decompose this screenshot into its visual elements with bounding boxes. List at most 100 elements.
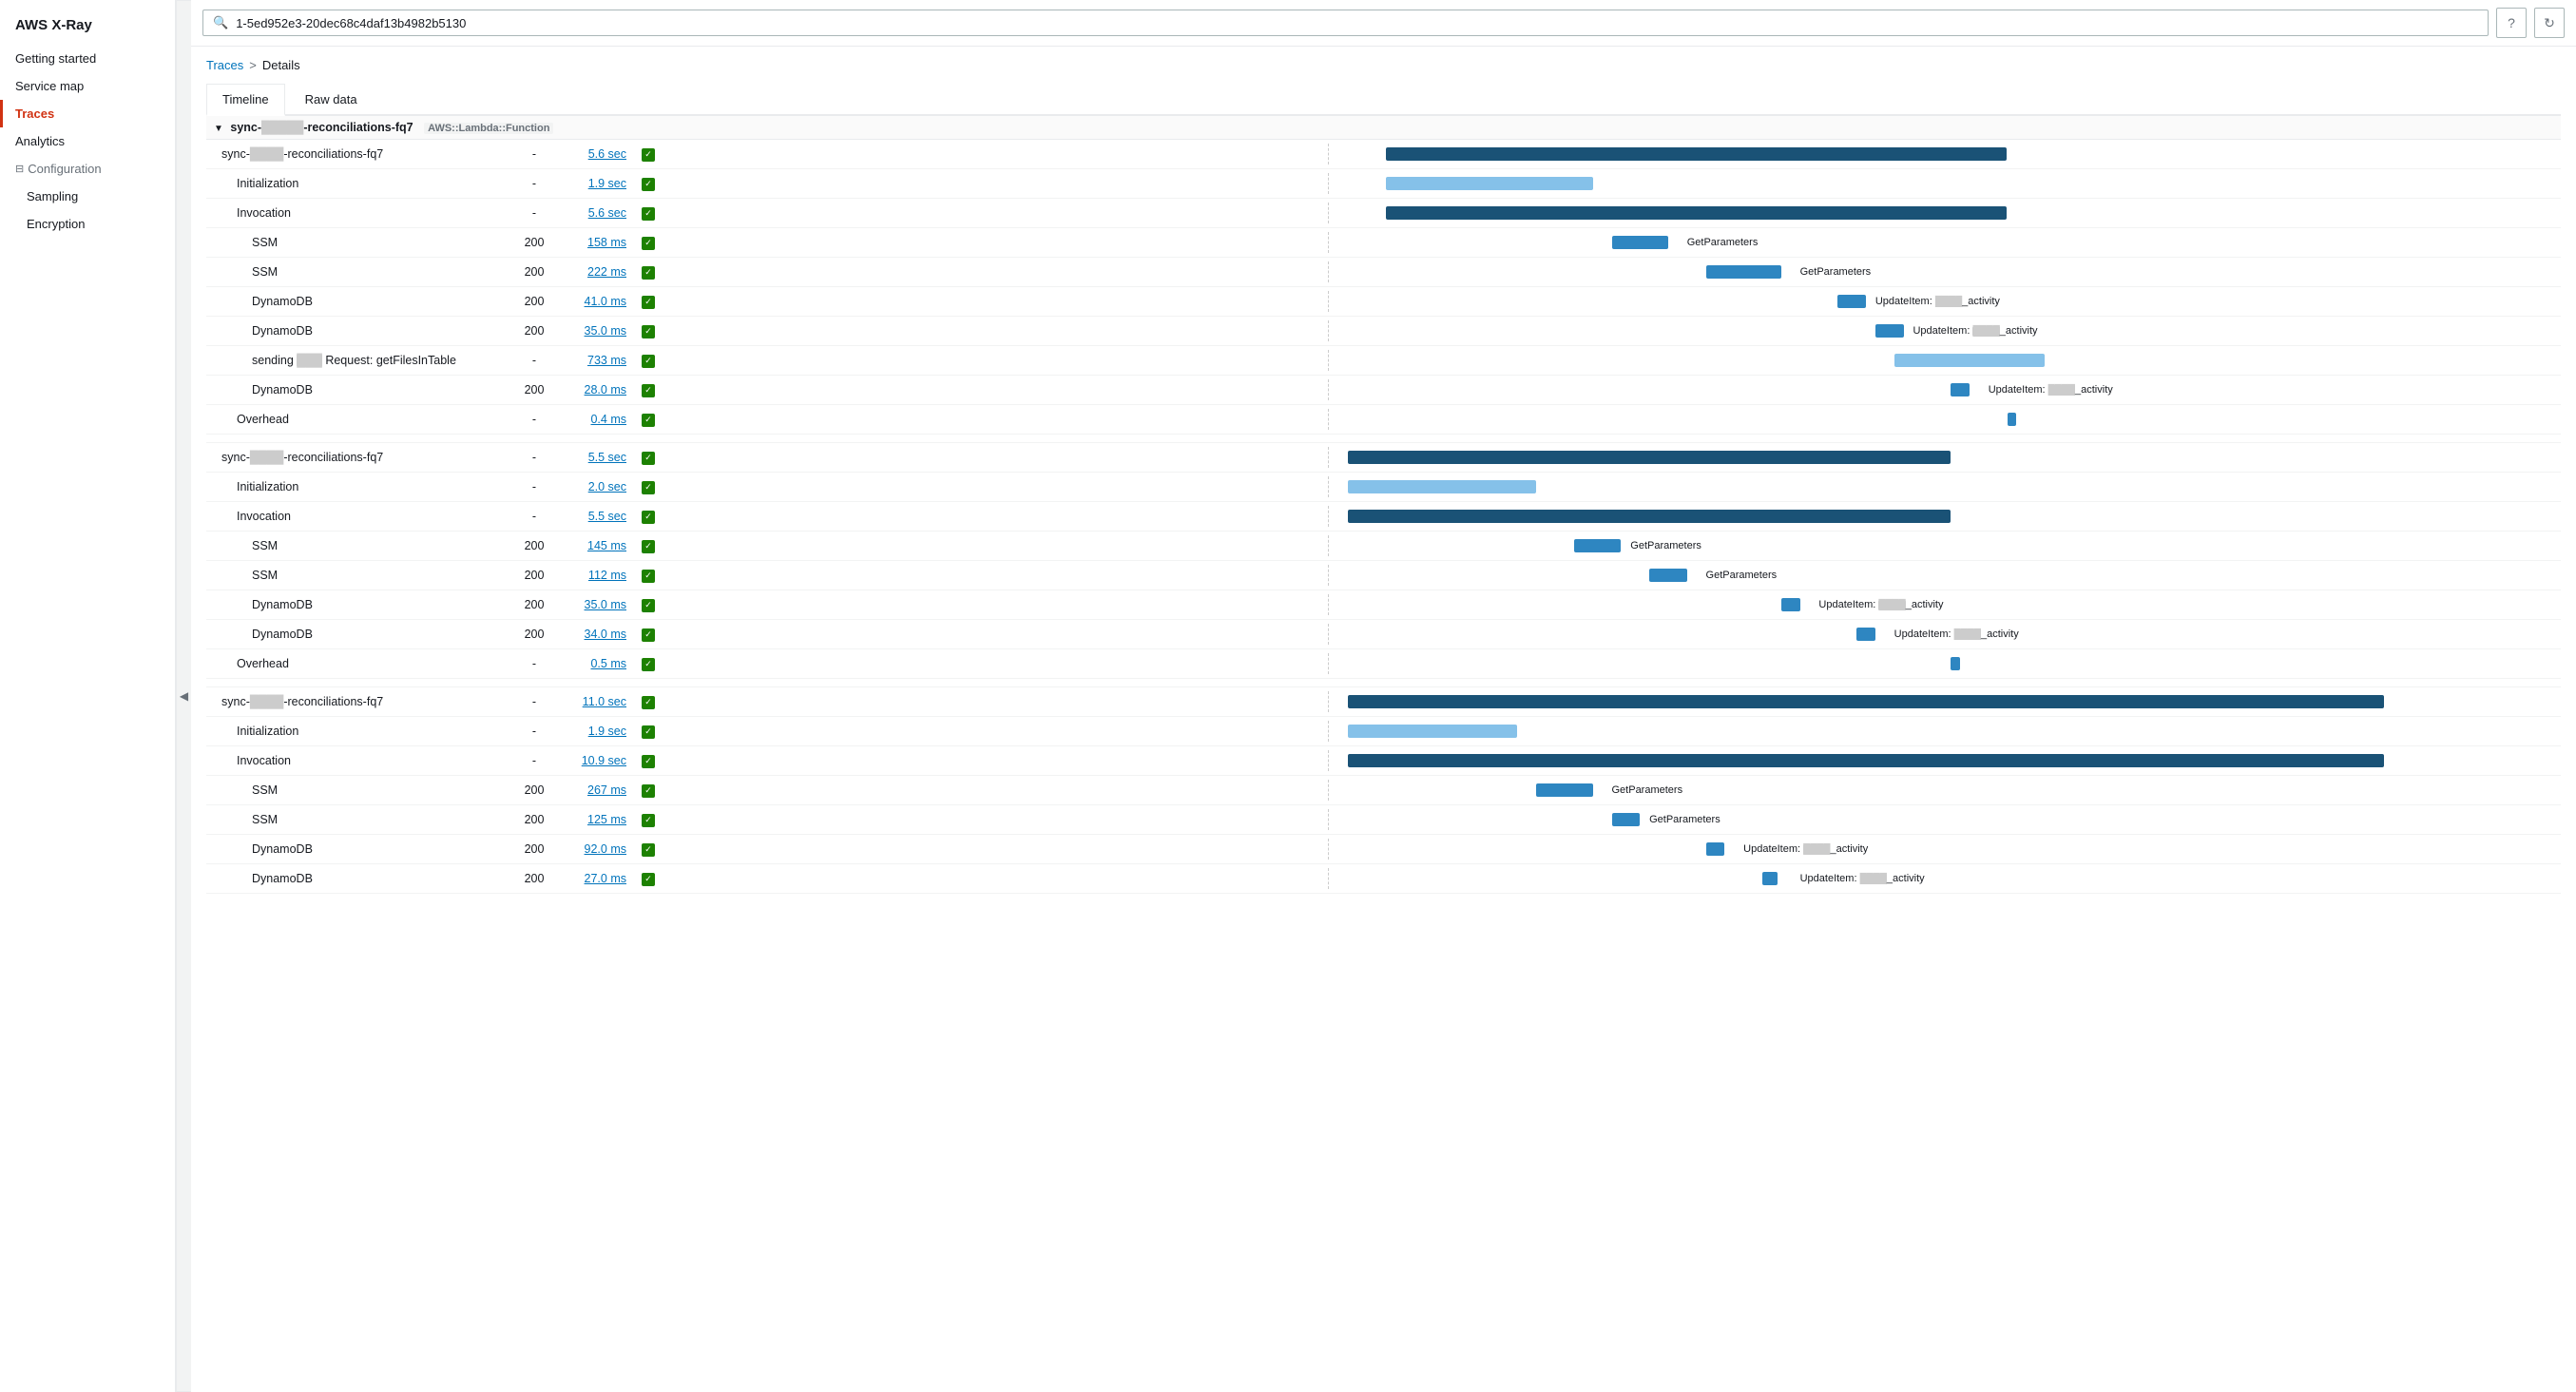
breadcrumb-traces-link[interactable]: Traces [206, 58, 243, 72]
row-status: - [510, 199, 558, 228]
row-status: 200 [510, 590, 558, 620]
row-duration: 267 ms [558, 776, 634, 805]
breadcrumb-separator: > [249, 58, 257, 72]
help-icon: ? [2508, 15, 2515, 30]
row-name: sync-████-reconciliations-fq7 [206, 443, 510, 473]
row-duration: 112 ms [558, 561, 634, 590]
content-area: Traces > Details Timeline Raw data [191, 47, 2576, 1392]
table-row: DynamoDB 200 35.0 ms ✓ UpdateItem: ████_… [206, 317, 2561, 346]
row-check: ✓ [634, 835, 663, 864]
row-timeline [663, 687, 2561, 717]
section1-tag: AWS::Lambda::Function [424, 123, 553, 134]
help-button[interactable]: ? [2496, 8, 2527, 38]
row-check: ✓ [634, 443, 663, 473]
row-duration: 35.0 ms [558, 317, 634, 346]
tab-timeline[interactable]: Timeline [206, 84, 285, 116]
sidebar-label-sampling: Sampling [27, 189, 78, 203]
row-status: - [510, 649, 558, 679]
sidebar-item-sampling[interactable]: Sampling [0, 183, 175, 210]
search-box[interactable]: 🔍 [202, 10, 2489, 36]
row-duration: 5.6 sec [558, 199, 634, 228]
row-check: ✓ [634, 649, 663, 679]
table-row: Initialization - 1.9 sec ✓ [206, 717, 2561, 746]
table-row: DynamoDB 200 41.0 ms ✓ UpdateItem: ████_… [206, 287, 2561, 317]
row-name: SSM [206, 561, 510, 590]
row-status: 200 [510, 228, 558, 258]
row-duration: 92.0 ms [558, 835, 634, 864]
refresh-icon: ↻ [2544, 15, 2555, 31]
row-status: - [510, 687, 558, 717]
row-check: ✓ [634, 346, 663, 376]
row-check: ✓ [634, 864, 663, 894]
row-name: DynamoDB [206, 864, 510, 894]
row-check: ✓ [634, 140, 663, 169]
row-timeline [663, 199, 2561, 228]
sidebar-label-service-map: Service map [15, 79, 84, 93]
row-duration: 222 ms [558, 258, 634, 287]
row-name: Invocation [206, 199, 510, 228]
configuration-toggle-icon: ⊟ [15, 163, 24, 175]
row-check: ✓ [634, 532, 663, 561]
table-row: SSM 200 112 ms ✓ GetParameters [206, 561, 2561, 590]
row-timeline: UpdateItem: ████_activity [663, 590, 2561, 620]
table-row: Initialization - 1.9 sec ✓ [206, 169, 2561, 199]
sidebar-item-traces[interactable]: Traces [0, 100, 175, 127]
refresh-button[interactable]: ↻ [2534, 8, 2565, 38]
row-timeline: GetParameters [663, 776, 2561, 805]
row-status: 200 [510, 835, 558, 864]
row-status: - [510, 169, 558, 199]
row-timeline: UpdateItem: ████_activity [663, 317, 2561, 346]
row-check: ✓ [634, 717, 663, 746]
sidebar-item-service-map[interactable]: Service map [0, 72, 175, 100]
section1-header-cell: ▼ sync-█████-reconciliations-fq7 AWS::La… [206, 116, 2561, 140]
table-row: SSM 200 267 ms ✓ GetParameters [206, 776, 2561, 805]
row-status: - [510, 443, 558, 473]
table-row: DynamoDB 200 28.0 ms ✓ UpdateItem: ████_… [206, 376, 2561, 405]
row-duration: 0.5 ms [558, 649, 634, 679]
row-check: ✓ [634, 473, 663, 502]
row-check: ✓ [634, 687, 663, 717]
row-status: - [510, 346, 558, 376]
row-check: ✓ [634, 776, 663, 805]
trace-table: ▼ sync-█████-reconciliations-fq7 AWS::La… [206, 116, 2561, 894]
row-duration: 28.0 ms [558, 376, 634, 405]
search-icon: 🔍 [213, 15, 228, 30]
duration-link[interactable]: 5.6 sec [588, 147, 626, 161]
tab-raw-data[interactable]: Raw data [289, 84, 374, 114]
row-check: ✓ [634, 620, 663, 649]
row-status: 200 [510, 805, 558, 835]
row-duration: 5.5 sec [558, 502, 634, 532]
row-check: ✓ [634, 376, 663, 405]
row-check: ✓ [634, 228, 663, 258]
table-row: sync-████-reconciliations-fq7 - 5.6 sec … [206, 140, 2561, 169]
row-timeline [663, 746, 2561, 776]
section1-header-row: ▼ sync-█████-reconciliations-fq7 AWS::La… [206, 116, 2561, 140]
row-check: ✓ [634, 746, 663, 776]
row-check: ✓ [634, 502, 663, 532]
row-name: Overhead [206, 649, 510, 679]
sidebar-item-analytics[interactable]: Analytics [0, 127, 175, 155]
row-name: DynamoDB [206, 620, 510, 649]
sidebar: AWS X-Ray Getting started Service map Tr… [0, 0, 176, 1392]
table-row: SSM 200 145 ms ✓ GetParameters [206, 532, 2561, 561]
app-title: AWS X-Ray [0, 10, 175, 45]
row-check: ✓ [634, 805, 663, 835]
sidebar-configuration-header[interactable]: ⊟ Configuration [0, 155, 175, 183]
row-duration: 2.0 sec [558, 473, 634, 502]
row-check: ✓ [634, 590, 663, 620]
sidebar-label-getting-started: Getting started [15, 51, 96, 66]
tab-raw-data-label: Raw data [305, 92, 357, 106]
row-name: DynamoDB [206, 287, 510, 317]
sidebar-item-encryption[interactable]: Encryption [0, 210, 175, 238]
row-check: ✓ [634, 199, 663, 228]
row-name: DynamoDB [206, 590, 510, 620]
row-duration: 41.0 ms [558, 287, 634, 317]
row-duration: 5.6 sec [558, 140, 634, 169]
sidebar-item-getting-started[interactable]: Getting started [0, 45, 175, 72]
table-row: Overhead - 0.4 ms ✓ [206, 405, 2561, 435]
sidebar-collapse-button[interactable]: ◀ [176, 0, 191, 1392]
search-input[interactable] [236, 16, 2478, 30]
row-duration: 1.9 sec [558, 169, 634, 199]
breadcrumb: Traces > Details [206, 58, 2561, 72]
row-timeline: GetParameters [663, 805, 2561, 835]
